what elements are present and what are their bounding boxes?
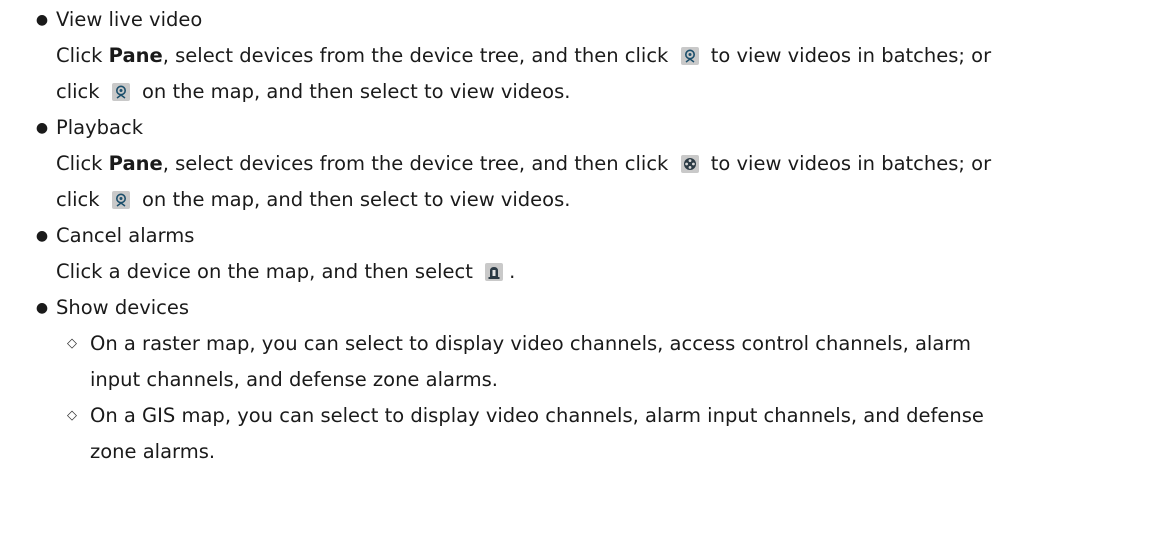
bullet: ● <box>35 300 49 316</box>
list-item-show-devices: ● Show devices ◇ On a raster map, you ca… <box>0 290 1157 470</box>
bullet: ● <box>35 228 49 244</box>
sub-item-line: input channels, and defense zone alarms. <box>90 368 498 391</box>
diamond-bullet-icon: ◇ <box>67 408 77 423</box>
document-body: ● View live video Click Pane, select dev… <box>0 0 1157 470</box>
playback-film-icon <box>680 155 699 173</box>
sub-item-raster-map: ◇ On a raster map, you can select to dis… <box>0 326 1157 398</box>
list-item-cancel-alarms: ● Cancel alarms Click a device on the ma… <box>0 218 1157 290</box>
item-description-line: click on the map, and then select to vie… <box>56 188 571 211</box>
video-camera-icon <box>680 47 699 65</box>
video-camera-icon <box>111 83 130 101</box>
item-description-line: click on the map, and then select to vie… <box>56 80 571 103</box>
alarm-light-icon <box>485 263 504 281</box>
item-title: Cancel alarms <box>56 224 195 247</box>
list-item-view-live-video: ● View live video Click Pane, select dev… <box>0 2 1157 110</box>
sub-item-line: On a raster map, you can select to displ… <box>90 332 971 355</box>
item-title: Show devices <box>56 296 190 319</box>
list-item-playback: ● Playback Click Pane, select devices fr… <box>0 110 1157 218</box>
diamond-bullet-icon: ◇ <box>67 336 77 351</box>
sub-item-line: On a GIS map, you can select to display … <box>90 404 984 427</box>
item-description-line: Click a device on the map, and then sele… <box>56 260 516 283</box>
item-description-line: Click Pane, select devices from the devi… <box>56 152 992 175</box>
item-title: View live video <box>56 8 203 31</box>
pane-term: Pane <box>108 44 163 67</box>
video-camera-icon <box>111 191 130 209</box>
sub-item-line: zone alarms. <box>90 440 216 463</box>
bullet: ● <box>35 120 49 136</box>
bullet: ● <box>35 12 49 28</box>
item-description-line: Click Pane, select devices from the devi… <box>56 44 992 67</box>
sub-item-gis-map: ◇ On a GIS map, you can select to displa… <box>0 398 1157 470</box>
pane-term: Pane <box>108 152 163 175</box>
item-title: Playback <box>56 116 144 139</box>
